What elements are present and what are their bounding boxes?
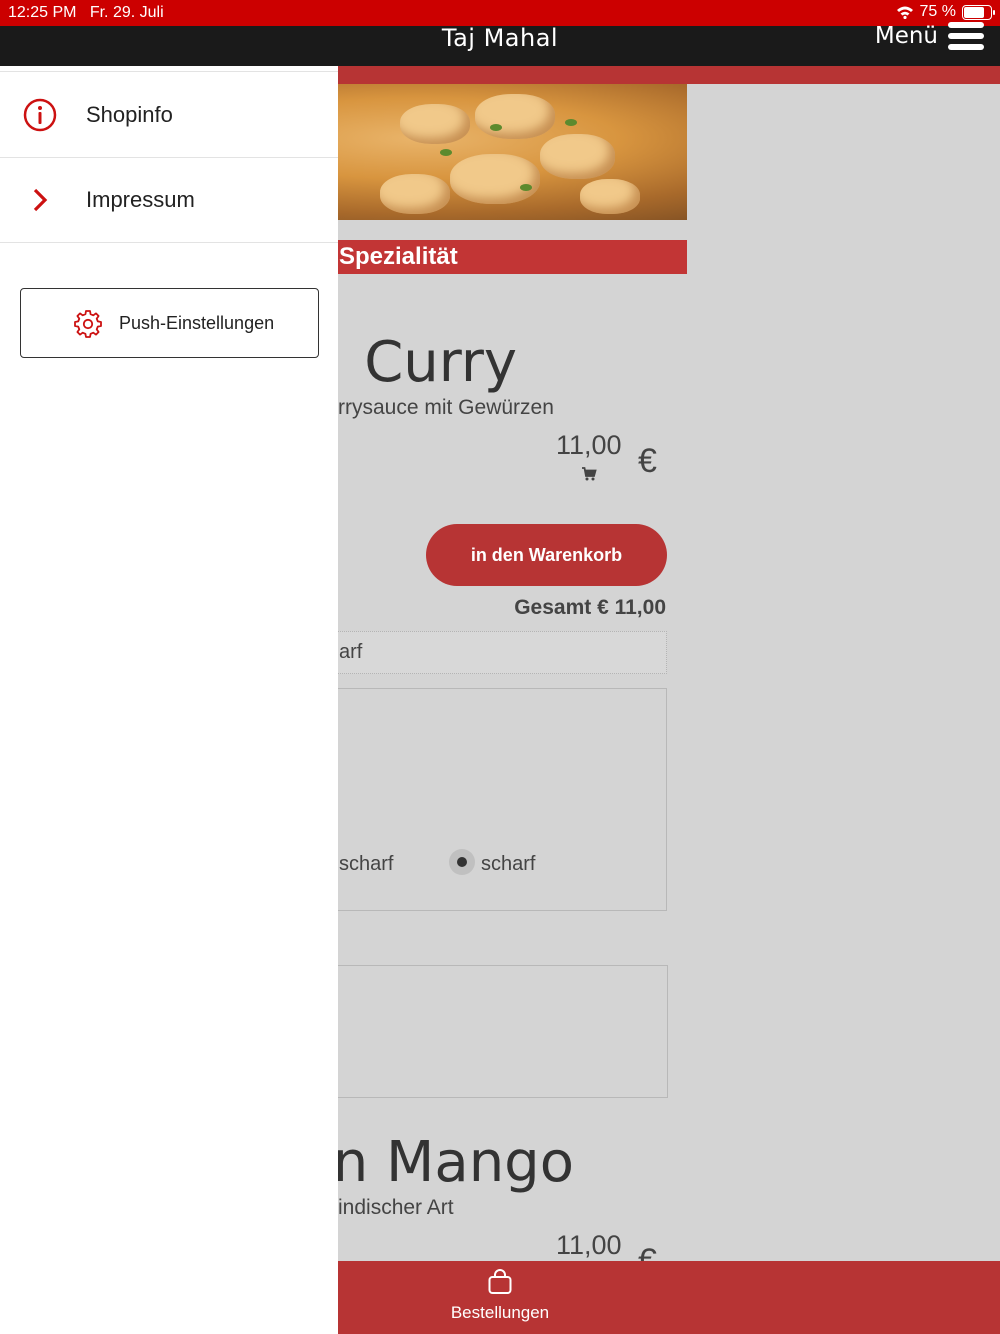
total-price: Gesamt € 11,00	[514, 596, 666, 619]
side-drawer: Shopinfo Impressum Push-Einstellungen	[0, 66, 338, 1334]
shopping-bag-icon	[488, 1269, 512, 1294]
drawer-item-impressum[interactable]: Impressum	[0, 157, 338, 243]
option-label[interactable]: scharf	[339, 853, 393, 876]
add-to-cart-button[interactable]: in den Warenkorb	[426, 524, 667, 586]
gear-icon	[74, 310, 102, 338]
dish-description: rrysauce mit Gewürzen	[338, 396, 554, 419]
info-icon	[0, 98, 86, 132]
spice-select-value: arf	[339, 641, 363, 663]
radio-button-selected[interactable]	[449, 849, 475, 875]
tab-orders[interactable]: Bestellungen	[440, 1261, 560, 1334]
drawer-item-shopinfo[interactable]: Shopinfo	[0, 72, 338, 158]
cart-icon[interactable]	[581, 466, 597, 482]
dish-description: indischer Art	[338, 1196, 454, 1219]
tab-label: Bestellungen	[450, 1303, 550, 1322]
dish-currency: €	[638, 442, 657, 480]
option-label[interactable]: scharf	[481, 853, 535, 876]
drawer-item-label: Impressum	[86, 186, 195, 212]
chevron-right-icon	[0, 187, 86, 213]
push-settings-label: Push-Einstellungen	[119, 312, 275, 333]
category-label: Spezialität	[339, 243, 458, 270]
drawer-item-label: Shopinfo	[86, 101, 173, 127]
dish-price: 11,00	[556, 430, 622, 460]
dish-price: 11,00	[556, 1230, 622, 1260]
push-settings-button[interactable]: Push-Einstellungen	[20, 288, 319, 358]
